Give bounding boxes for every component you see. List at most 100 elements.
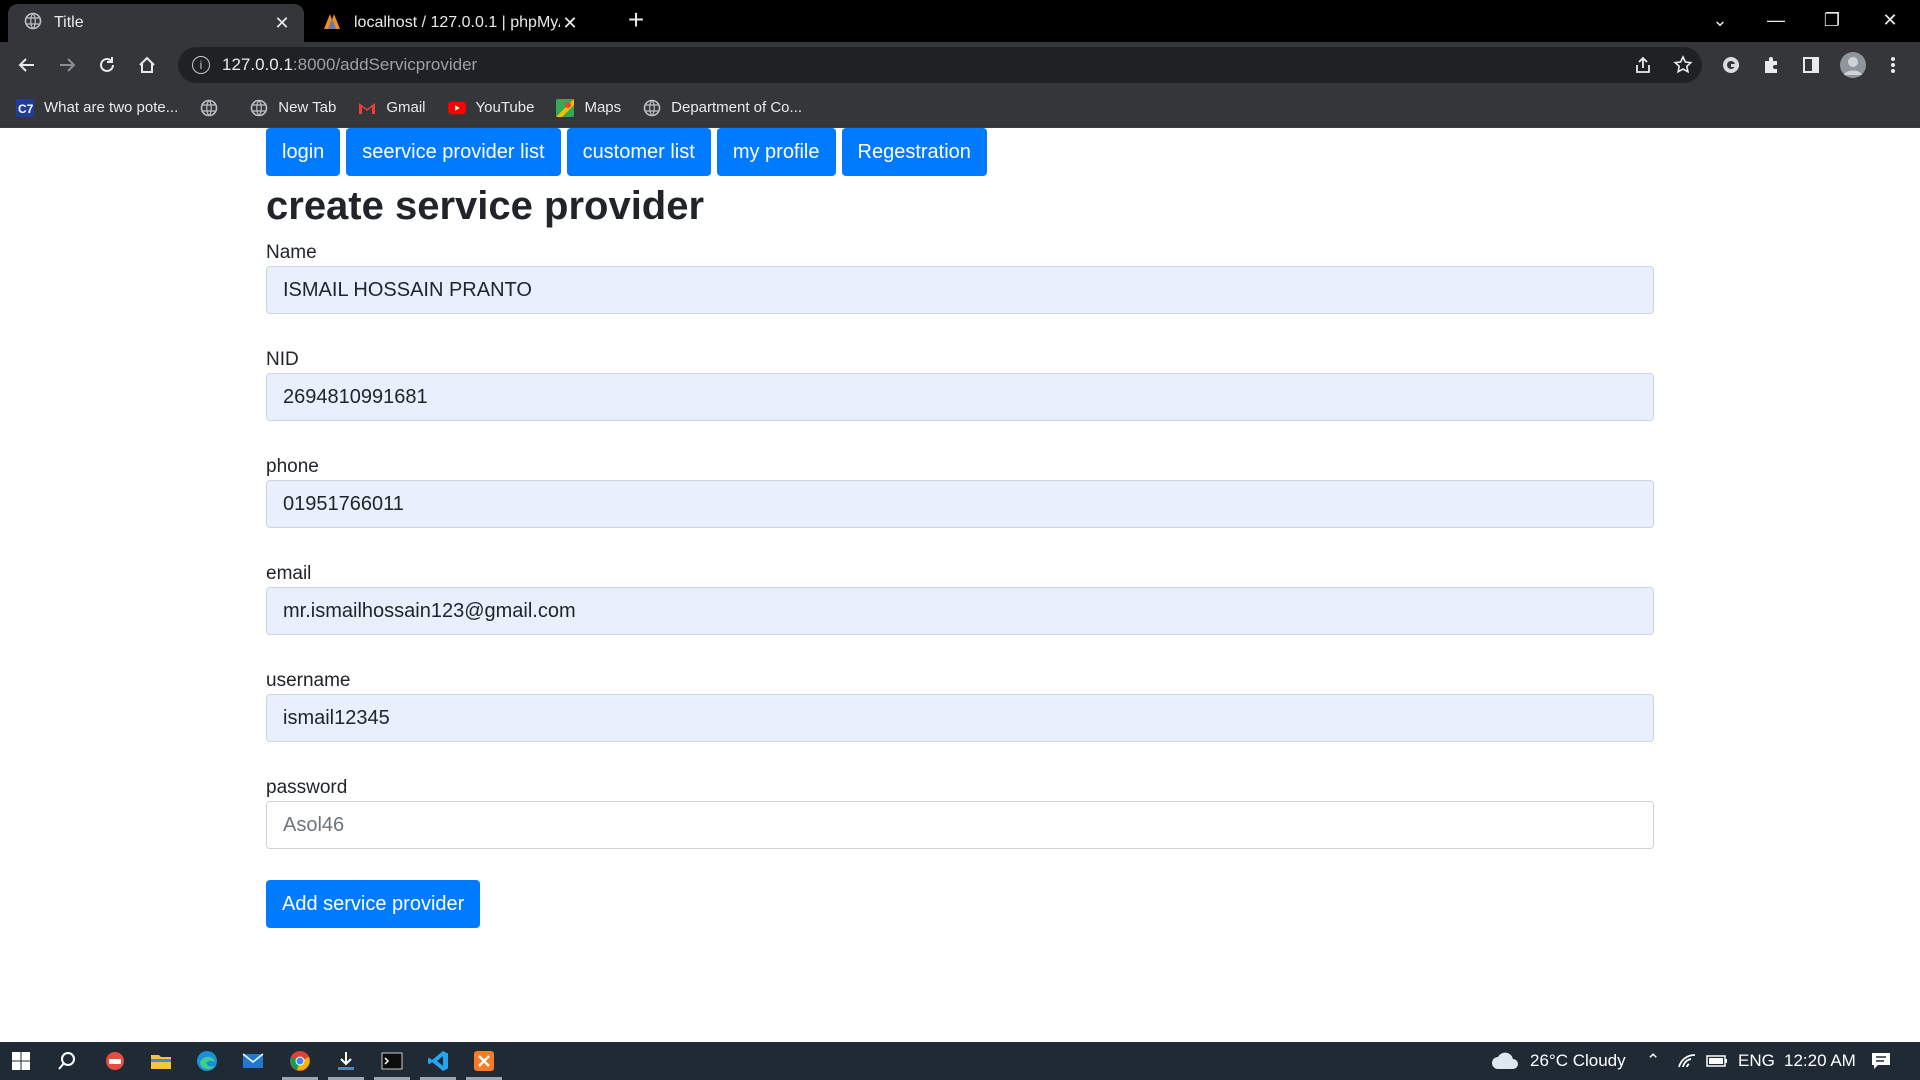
windows-start-icon[interactable] (6, 1046, 36, 1076)
terminal-icon[interactable] (377, 1046, 407, 1076)
close-window-button[interactable]: ✕ (1862, 0, 1918, 40)
top-nav: login seervice provider list customer li… (266, 128, 1654, 176)
weather-text[interactable]: 26°C Cloudy (1530, 1042, 1626, 1080)
page-content: login seervice provider list customer li… (0, 128, 1920, 1042)
main-container: login seervice provider list customer li… (266, 128, 1654, 928)
name-field[interactable]: ISMAIL HOSSAIN PRANTO (266, 266, 1654, 314)
edge-icon[interactable] (192, 1046, 222, 1076)
mail-icon[interactable] (238, 1046, 268, 1076)
browser-toolbar: i 127.0.0.1:8000/addServicprovider (0, 42, 1920, 88)
url-path: :8000/addServicprovider (292, 55, 478, 74)
search-icon[interactable] (52, 1046, 82, 1076)
registration-button[interactable]: Regestration (841, 128, 987, 176)
bookmark-item[interactable]: YouTube (447, 99, 535, 117)
close-tab-icon[interactable]: ✕ (560, 13, 580, 33)
bookmarks-bar: C7 What are two pote... New Tab Gmail Yo… (0, 88, 1920, 128)
close-tab-icon[interactable]: ✕ (272, 13, 292, 33)
weather-cloud-icon[interactable] (1490, 1046, 1520, 1076)
c7-icon: C7 (16, 98, 34, 117)
downloads-icon[interactable] (331, 1046, 361, 1076)
bookmark-label: New Tab (278, 99, 337, 116)
chrome-icon[interactable] (285, 1046, 315, 1076)
name-group: Name ISMAIL HOSSAIN PRANTO (266, 240, 1654, 314)
gmail-icon (358, 99, 376, 117)
xampp-icon[interactable] (469, 1046, 499, 1076)
bookmark-label: Department of Co... (671, 99, 803, 116)
home-icon[interactable] (132, 50, 162, 80)
forward-icon[interactable] (52, 50, 82, 80)
battery-icon[interactable] (1702, 1046, 1732, 1076)
reload-icon[interactable] (92, 50, 122, 80)
new-tab-button[interactable]: + (622, 6, 650, 34)
language-indicator[interactable]: ENG (1738, 1042, 1775, 1080)
bookmark-item[interactable]: New Tab (250, 99, 336, 117)
globe-icon (200, 99, 218, 117)
bookmark-item[interactable]: Department of Co... (643, 99, 802, 117)
phone-group: phone 01951766011 (266, 454, 1654, 528)
svg-text:C7: C7 (18, 102, 34, 116)
minimize-button[interactable]: — (1748, 0, 1804, 40)
extension-grammarly-icon[interactable] (1716, 50, 1746, 80)
avatar[interactable] (1838, 50, 1868, 80)
username-field[interactable]: ismail12345 (266, 694, 1654, 742)
bookmark-item[interactable]: Gmail (358, 99, 426, 117)
add-service-provider-button[interactable]: Add service provider (266, 880, 481, 928)
tab-label: localhost / 127.0.0.1 | phpMyAdmin (354, 14, 560, 31)
app-icon[interactable] (100, 1046, 130, 1076)
more-menu-icon[interactable] (1878, 50, 1908, 80)
globe-icon (24, 12, 42, 35)
wifi-icon[interactable] (1672, 1046, 1702, 1076)
restore-button[interactable]: ❐ (1804, 0, 1860, 40)
tab-search-icon[interactable]: ⌄ (1692, 0, 1748, 40)
extensions-puzzle-icon[interactable] (1756, 50, 1786, 80)
maps-icon (556, 98, 575, 117)
back-icon[interactable] (12, 50, 42, 80)
address-bar[interactable]: i 127.0.0.1:8000/addServicprovider (178, 47, 1702, 83)
nid-field[interactable]: 2694810991681 (266, 373, 1654, 421)
page-title: create service provider (266, 184, 705, 228)
customer-list-button[interactable]: customer list (566, 128, 711, 176)
password-field[interactable]: Asol46 (266, 801, 1654, 849)
password-group: password Asol46 (266, 775, 1654, 849)
email-label: email (266, 563, 312, 584)
phpmyadmin-icon (322, 12, 342, 35)
windows-taskbar: 26°C Cloudy ⌃ ENG 12:20 AM (0, 1042, 1920, 1080)
side-panel-icon[interactable] (1796, 50, 1826, 80)
username-label: username (266, 670, 351, 691)
my-profile-button[interactable]: my profile (716, 128, 836, 176)
email-group: email mr.ismailhossain123@gmail.com (266, 561, 1654, 635)
share-icon[interactable] (1628, 50, 1658, 80)
username-group: username ismail12345 (266, 668, 1654, 742)
bookmark-label: Maps (584, 99, 622, 116)
bookmark-label: YouTube (475, 99, 535, 116)
bookmark-item[interactable]: C7 What are two pote... (16, 98, 179, 117)
nid-group: NID 2694810991681 (266, 347, 1654, 421)
youtube-icon (447, 99, 466, 117)
tab-title[interactable]: Title ✕ (8, 4, 304, 42)
clock[interactable]: 12:20 AM (1784, 1042, 1856, 1080)
chevron-up-icon[interactable]: ⌃ (1646, 1042, 1660, 1080)
notifications-icon[interactable] (1866, 1046, 1896, 1076)
phone-label: phone (266, 456, 319, 477)
url-host: 127.0.0.1 (222, 55, 293, 74)
browser-tab-strip: Title ✕ localhost / 127.0.0.1 | phpMyAdm… (0, 0, 1920, 42)
bookmark-label: What are two pote... (44, 99, 179, 116)
bookmark-item[interactable]: Maps (556, 98, 622, 117)
globe-icon (250, 99, 268, 117)
bookmark-item[interactable] (200, 99, 228, 117)
login-button[interactable]: login (266, 128, 341, 176)
tab-label: Title (54, 14, 84, 31)
password-label: password (266, 777, 348, 798)
tab-phpmyadmin[interactable]: localhost / 127.0.0.1 | phpMyAdmin ✕ (316, 4, 590, 42)
bookmark-label: Gmail (386, 99, 426, 116)
phone-field[interactable]: 01951766011 (266, 480, 1654, 528)
bookmark-star-icon[interactable] (1668, 50, 1698, 80)
site-info-icon[interactable]: i (192, 56, 210, 74)
globe-icon (643, 99, 661, 117)
email-field[interactable]: mr.ismailhossain123@gmail.com (266, 587, 1654, 635)
vscode-icon[interactable] (423, 1046, 453, 1076)
nid-label: NID (266, 349, 299, 370)
file-explorer-icon[interactable] (146, 1046, 176, 1076)
service-provider-list-button[interactable]: seervice provider list (346, 128, 561, 176)
name-label: Name (266, 242, 317, 263)
